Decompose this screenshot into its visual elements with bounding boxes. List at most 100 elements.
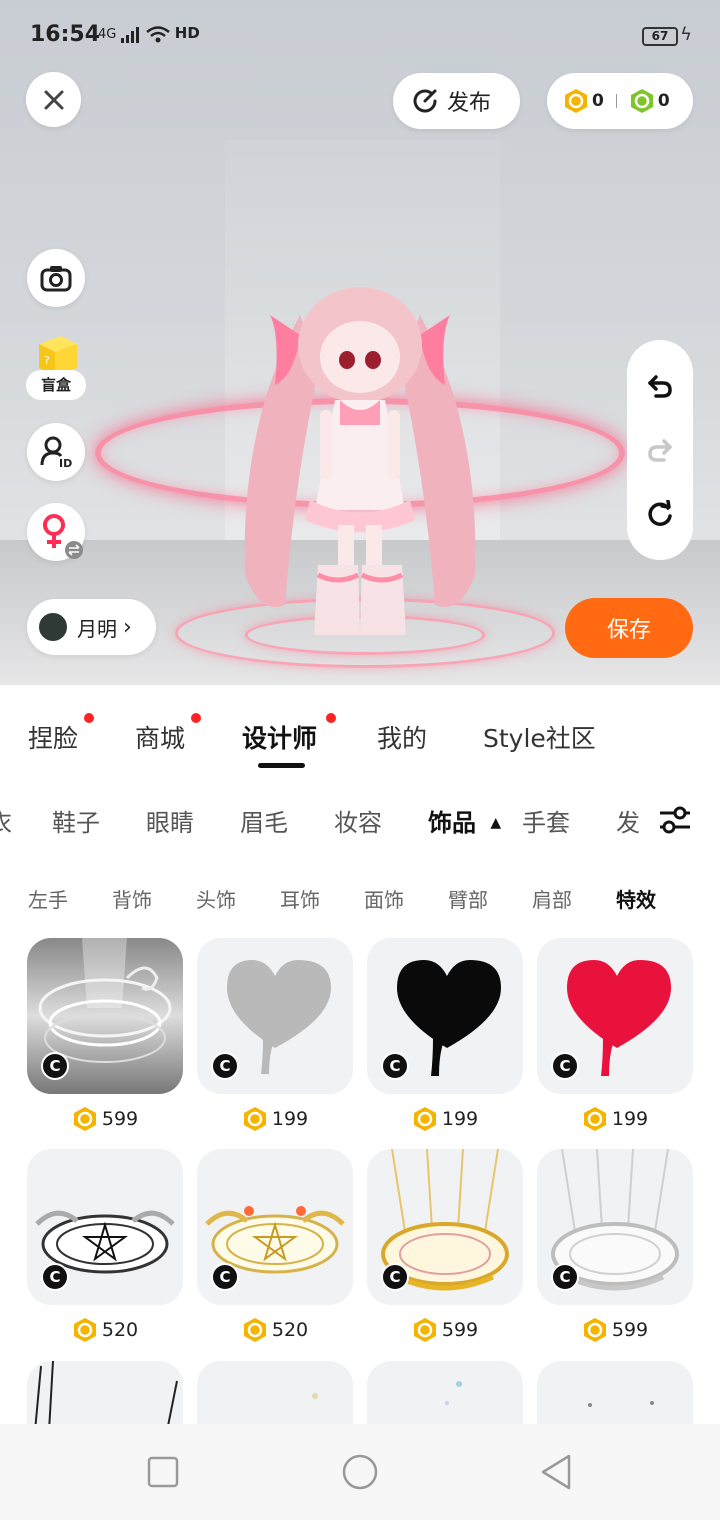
publish-button[interactable]: 发布 xyxy=(393,73,520,129)
tab-style-community[interactable]: Style社区 xyxy=(483,719,596,755)
tab-mall[interactable]: 商城 xyxy=(135,713,201,755)
price-value: 199 xyxy=(271,1108,309,1130)
camera-button[interactable] xyxy=(27,249,85,307)
grid-item[interactable]: C 520 xyxy=(197,1149,353,1347)
item-thumbnail: C xyxy=(537,1149,693,1305)
grid-item[interactable]: C 599 xyxy=(27,938,183,1136)
notification-dot xyxy=(191,713,201,723)
user-profile-button[interactable]: 月明 › xyxy=(27,599,156,655)
cat-face[interactable]: 面饰 xyxy=(364,884,404,913)
creator-badge: C xyxy=(551,1263,579,1291)
price-value: 599 xyxy=(611,1319,649,1341)
grid-item[interactable]: C 599 xyxy=(537,1149,693,1347)
home-icon[interactable] xyxy=(341,1453,379,1491)
svg-text:ID: ID xyxy=(59,457,72,469)
history-panel xyxy=(627,340,693,560)
subtab-hair[interactable]: 发 xyxy=(616,803,640,838)
creator-badge: C xyxy=(551,1052,579,1080)
blindbox-button[interactable]: ? 盲盒 xyxy=(26,330,86,400)
grid-item[interactable] xyxy=(197,1361,353,1431)
price-value: 520 xyxy=(271,1319,309,1341)
svg-text:?: ? xyxy=(44,354,50,367)
creator-badge: C xyxy=(381,1263,409,1291)
publish-icon xyxy=(413,89,437,113)
gold-coin-icon xyxy=(583,1107,606,1131)
price-tag: 599 xyxy=(367,1313,523,1347)
reset-icon[interactable] xyxy=(646,500,674,528)
creator-badge: C xyxy=(381,1052,409,1080)
subtab-shoes[interactable]: 鞋子 xyxy=(52,803,100,838)
price-value: 199 xyxy=(441,1108,479,1130)
tab-designer[interactable]: 设计师 xyxy=(242,713,336,755)
cat-left-hand[interactable]: 左手 xyxy=(28,884,68,913)
tab-label: 设计师 xyxy=(242,724,318,753)
accessory-tab-bar: 左手 背饰 头饰 耳饰 面饰 臂部 肩部 特效 xyxy=(0,880,720,920)
camera-icon xyxy=(40,266,72,292)
item-thumbnail xyxy=(367,1361,523,1431)
creator-badge: C xyxy=(211,1052,239,1080)
subtab-clothes[interactable]: 衣 xyxy=(0,803,12,838)
avatar-character xyxy=(244,287,476,635)
item-image xyxy=(34,1361,178,1431)
gold-coin-icon xyxy=(565,89,587,113)
item-thumbnail: C xyxy=(367,938,523,1094)
subtab-eyebrows[interactable]: 眉毛 xyxy=(240,803,288,838)
avatar-scene[interactable]: 16:54 4G HD 67 ϟ 发布 0 0 ? 盲盒 ID 月明 › 保存 xyxy=(0,0,720,685)
tab-mine[interactable]: 我的 xyxy=(377,719,427,755)
back-icon[interactable] xyxy=(539,1453,573,1491)
grid-item[interactable]: C 199 xyxy=(367,938,523,1136)
gold-coin-icon xyxy=(413,1107,436,1131)
notification-dot xyxy=(84,713,94,723)
creator-badge: C xyxy=(41,1263,69,1291)
cat-ear[interactable]: 耳饰 xyxy=(280,884,320,913)
grid-item[interactable]: C 199 xyxy=(537,938,693,1136)
grid-item[interactable] xyxy=(27,1361,183,1431)
cat-shoulder[interactable]: 肩部 xyxy=(532,884,572,913)
item-image xyxy=(445,1381,462,1405)
filter-sliders-icon xyxy=(660,806,690,834)
cat-arm[interactable]: 臂部 xyxy=(448,884,488,913)
item-image xyxy=(312,1393,318,1399)
notification-dot xyxy=(326,713,336,723)
grid-item[interactable] xyxy=(537,1361,693,1431)
tab-face[interactable]: 捏脸 xyxy=(28,713,94,755)
price-value: 520 xyxy=(101,1319,139,1341)
status-bar: 16:54 4G HD 67 ϟ xyxy=(0,0,720,72)
creator-badge: C xyxy=(211,1263,239,1291)
subtab-gloves[interactable]: 手套 xyxy=(522,803,570,838)
subtab-eyes[interactable]: 眼睛 xyxy=(146,803,194,838)
gold-coin-icon xyxy=(583,1318,606,1342)
grid-item[interactable]: C 520 xyxy=(27,1149,183,1347)
item-thumbnail: C xyxy=(197,938,353,1094)
caret-up-icon: ▲ xyxy=(490,815,502,831)
recent-apps-icon[interactable] xyxy=(147,1456,179,1488)
grid-item[interactable]: C 199 xyxy=(197,938,353,1136)
filter-button[interactable] xyxy=(652,800,696,840)
price-tag: 199 xyxy=(367,1102,523,1136)
wifi-icon xyxy=(145,25,170,42)
gold-coin-icon xyxy=(243,1107,266,1131)
save-button[interactable]: 保存 xyxy=(565,598,693,658)
cat-back[interactable]: 背饰 xyxy=(112,884,152,913)
avatar-id-button[interactable]: ID xyxy=(27,423,85,481)
chevron-right-icon: › xyxy=(123,614,132,640)
system-navigation-bar xyxy=(0,1424,720,1520)
currency-display[interactable]: 0 0 xyxy=(547,73,693,129)
undo-icon[interactable] xyxy=(646,372,674,400)
green-coin-count: 0 xyxy=(657,91,670,111)
redo-icon[interactable] xyxy=(646,436,674,464)
grid-item[interactable] xyxy=(367,1361,523,1431)
subtab-accessories[interactable]: 饰品 ▲ xyxy=(428,803,501,838)
divider xyxy=(615,94,617,108)
price-tag: 599 xyxy=(27,1102,183,1136)
cat-head[interactable]: 头饰 xyxy=(196,884,236,913)
subtab-makeup[interactable]: 妆容 xyxy=(334,803,382,838)
gender-switch-button[interactable] xyxy=(27,503,85,561)
grid-item[interactable]: C 599 xyxy=(367,1149,523,1347)
publish-label: 发布 xyxy=(447,91,492,116)
price-value: 199 xyxy=(611,1108,649,1130)
price-tag: 199 xyxy=(537,1102,693,1136)
close-button[interactable] xyxy=(26,72,81,127)
cat-effects[interactable]: 特效 xyxy=(616,884,656,913)
tab-label: Style社区 xyxy=(483,724,596,753)
